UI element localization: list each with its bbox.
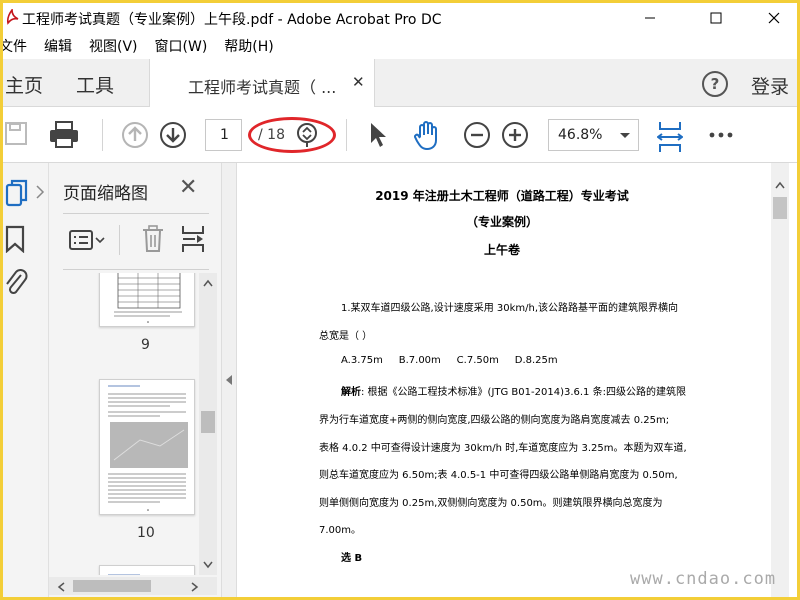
tab-document-label: 工程师考试真题（ ... [188, 78, 337, 97]
analysis-line: 界为行车道宽度+两侧的侧向宽度,四级公路的侧向宽度为路肩宽度减去 0.25m; [319, 415, 670, 426]
thumbnails-close-icon[interactable]: ✕ [179, 175, 197, 200]
acrobat-app-icon [6, 9, 19, 25]
page-scroll-icon[interactable] [295, 121, 319, 149]
watermark-text: www.cndao.com [630, 569, 777, 589]
chevron-down-icon [620, 133, 630, 138]
answer-text: 选 B [341, 553, 363, 564]
analysis-line: 则单侧侧向宽度为 0.25m,双侧侧向宽度为 0.50m。则建筑限界横向总宽度为 [319, 498, 663, 509]
collapse-left-icon [226, 375, 232, 385]
thumbnail-number: 10 [137, 525, 155, 541]
minimize-icon [645, 17, 655, 19]
divider [63, 269, 209, 270]
tab-close-icon[interactable]: ✕ [352, 73, 365, 91]
minimize-button[interactable] [627, 3, 673, 33]
close-window-button[interactable] [751, 3, 797, 33]
scroll-up-icon[interactable] [203, 279, 213, 287]
thumbnail-page[interactable] [99, 273, 195, 327]
tab-document[interactable]: 工程师考试真题（ ... ✕ [149, 59, 375, 107]
zoom-in-icon[interactable] [501, 121, 529, 149]
thumbnails-vertical-scrollbar[interactable] [199, 273, 217, 575]
close-icon [768, 12, 780, 24]
page-thumbnails-icon[interactable] [5, 179, 29, 207]
toolbar: 1 / 18 46.8% [3, 107, 797, 163]
menu-edit[interactable]: 编辑 [44, 35, 72, 59]
thumbnail-page[interactable] [99, 379, 195, 515]
thumbnail-options-icon[interactable] [69, 229, 107, 251]
analysis-line: 表格 4.0.2 中可查得设计速度为 30km/h 时,车道宽度应为 3.25m… [319, 443, 687, 454]
analysis-line: 7.00m。 [319, 525, 362, 536]
doc-part: 上午卷 [483, 243, 520, 257]
thumbnails-horizontal-scrollbar[interactable] [49, 577, 217, 595]
menu-view[interactable]: 视图(V) [89, 35, 138, 59]
analysis-text: : 根据《公路工程技术标准》(JTG B01-2014)3.6.1 条:四级公路… [361, 387, 686, 398]
page-preview [108, 574, 140, 575]
chevron-right-icon [36, 185, 45, 199]
thumbnails-pane: 页面缩略图 ✕ 9 10 [49, 163, 221, 597]
divider [63, 213, 209, 214]
app-window: 工程师考试真题（专业案例）上午段.pdf - Adobe Acrobat Pro… [3, 3, 797, 597]
login-button[interactable]: 登录 [751, 72, 789, 99]
previous-page-icon[interactable] [121, 121, 149, 149]
trash-icon[interactable] [141, 225, 165, 253]
toolbar-separator [102, 119, 103, 151]
scroll-left-icon[interactable] [57, 582, 65, 592]
bookmark-icon[interactable] [5, 225, 25, 253]
save-icon[interactable] [5, 121, 29, 147]
scroll-down-icon[interactable] [203, 561, 213, 569]
page-number-input[interactable]: 1 [205, 119, 242, 151]
select-cursor-icon[interactable] [367, 121, 389, 149]
thumbnails-title: 页面缩略图 [63, 184, 148, 204]
doc-subtitle: （专业案例） [465, 215, 538, 229]
page-preview [114, 273, 182, 323]
analysis-line: 则总车道宽度应为 6.50m;表 4.0.5-1 中可查得四级公路单侧路肩宽度为… [319, 470, 678, 481]
menu-bar: 文件 编辑 视图(V) 窗口(W) 帮助(H) [3, 35, 797, 59]
question-options: A.3.75m B.7.00m C.7.50m D.8.25m [341, 355, 558, 366]
more-options-icon[interactable] [708, 121, 734, 149]
scroll-right-icon[interactable] [191, 582, 199, 592]
fit-page-icon[interactable] [657, 121, 683, 153]
menu-file[interactable]: 文件 [3, 35, 27, 59]
menu-help[interactable]: 帮助(H) [224, 35, 273, 59]
doc-title: 2019 年注册土木工程师（道路工程）专业考试 [375, 189, 629, 203]
analysis-label: 解析 [341, 387, 361, 398]
scroll-up-icon[interactable] [775, 181, 785, 189]
title-bar: 工程师考试真题（专业案例）上午段.pdf - Adobe Acrobat Pro… [3, 3, 797, 33]
zoom-select[interactable]: 46.8% [548, 119, 639, 151]
page-total: / 18 [258, 127, 285, 143]
insert-page-icon[interactable] [181, 225, 207, 253]
print-icon[interactable] [49, 121, 79, 149]
hand-tool-icon[interactable] [413, 121, 441, 151]
scrollbar-thumb[interactable] [773, 197, 787, 219]
question-text: 总宽是（ ） [319, 331, 373, 342]
zoom-value: 46.8% [558, 127, 603, 143]
toolbar-separator [346, 119, 347, 151]
maximize-button[interactable] [693, 3, 739, 33]
document-page: 2019 年注册土木工程师（道路工程）专业考试 （专业案例） 上午卷 1.某双车… [237, 163, 767, 597]
window-title: 工程师考试真题（专业案例）上午段.pdf - Adobe Acrobat Pro… [22, 12, 442, 28]
scrollbar-thumb[interactable] [201, 411, 215, 433]
divider [119, 225, 120, 255]
document-view[interactable]: 2019 年注册土木工程师（道路工程）专业考试 （专业案例） 上午卷 1.某双车… [237, 163, 797, 597]
pane-collapse-handle[interactable] [221, 163, 237, 597]
navigation-strip [3, 163, 49, 597]
page-preview [108, 385, 188, 511]
thumbnail-page[interactable] [99, 565, 195, 575]
scrollbar-thumb[interactable] [73, 580, 151, 592]
question-text: 1.某双车道四级公路,设计速度采用 30km/h,该公路路基平面的建筑限界横向 [341, 303, 679, 314]
attachment-icon[interactable] [3, 267, 29, 297]
document-vertical-scrollbar[interactable] [771, 163, 789, 597]
tab-tools[interactable]: 工具 [76, 71, 114, 98]
help-button[interactable]: ? [702, 71, 728, 97]
menu-window[interactable]: 窗口(W) [155, 35, 208, 59]
maximize-icon [710, 12, 722, 24]
thumbnails-list: 9 10 [49, 273, 199, 575]
tabs-bar: 主页 工具 工程师考试真题（ ... ✕ ? 登录 [3, 59, 797, 107]
page-total-value: 18 [267, 127, 285, 143]
analysis-line: 解析: 根据《公路工程技术标准》(JTG B01-2014)3.6.1 条:四级… [341, 383, 686, 398]
tab-home[interactable]: 主页 [5, 71, 43, 98]
thumbnail-number: 9 [141, 337, 150, 353]
next-page-icon[interactable] [159, 121, 187, 149]
zoom-out-icon[interactable] [463, 121, 491, 149]
